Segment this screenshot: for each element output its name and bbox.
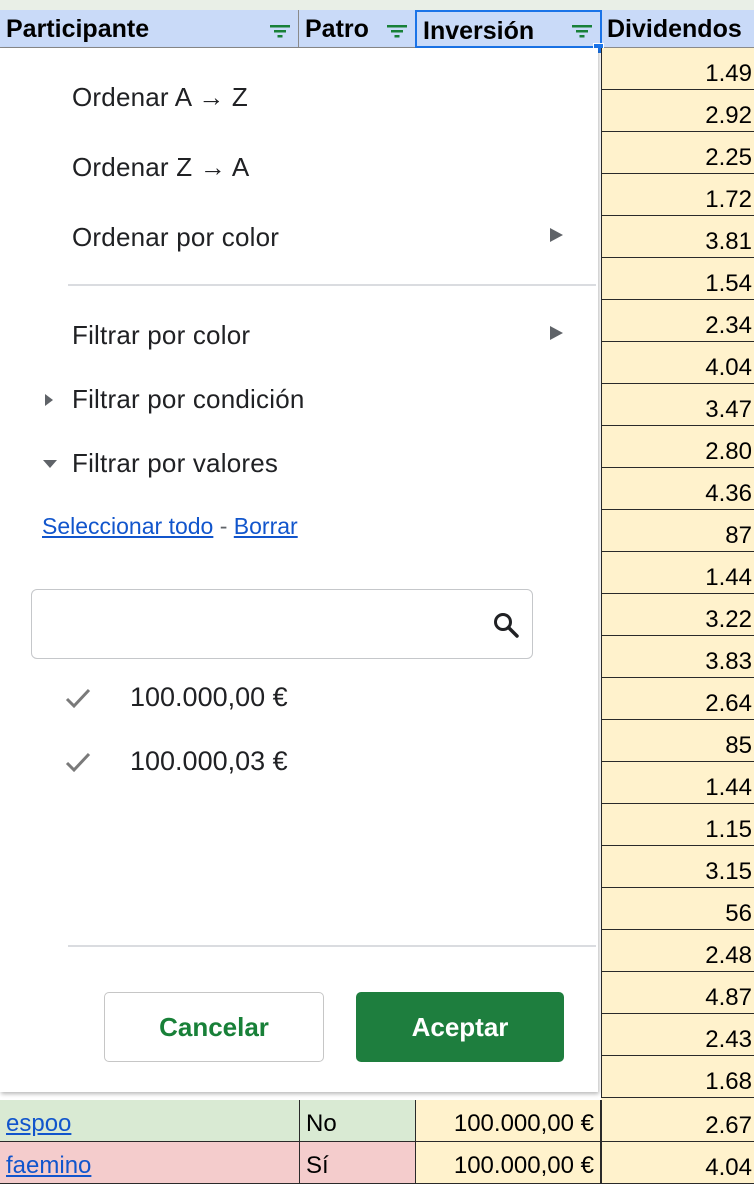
menu-divider [68,945,596,947]
select-links: Seleccionar todo - Borrar [42,513,298,540]
cell-dividendos[interactable]: 1.54 [601,258,754,300]
cell-dividendos[interactable]: 2.34 [601,300,754,342]
cell-dividendos[interactable]: 2.67 [601,1100,754,1142]
search-field[interactable] [31,589,533,659]
check-icon [64,750,92,779]
cell-dividendos[interactable]: 1.68 [601,1056,754,1098]
cancel-button[interactable]: Cancelar [104,992,324,1062]
search-input[interactable] [44,600,478,650]
cell-patro[interactable]: Sí [300,1142,416,1184]
cell-dividendos[interactable]: 3.15 [601,846,754,888]
cell-patro[interactable]: No [300,1100,416,1142]
cell-dividendos[interactable]: 2.64 [601,678,754,720]
cell-participante[interactable]: espoo [0,1100,300,1142]
ok-button[interactable]: Aceptar [356,992,564,1062]
sort-z-a[interactable]: Ordenar Z → A [72,152,249,183]
header-dividendos[interactable]: Dividendos [601,10,754,48]
clear-link[interactable]: Borrar [234,513,298,539]
cell-dividendos[interactable]: 2.25 [601,132,754,174]
select-all-link[interactable]: Seleccionar todo [42,513,213,539]
cell-participante[interactable]: faemino [0,1142,300,1184]
cell-dividendos[interactable]: 4.04 [601,1142,754,1184]
header-dividendos-label: Dividendos [607,15,742,43]
cell-dividendos[interactable]: 1.15 [601,804,754,846]
cell-dividendos[interactable]: 3.83 [601,636,754,678]
cell-dividendos[interactable]: 3.81 [601,216,754,258]
cell-dividendos[interactable]: 2.43 [601,1014,754,1056]
sort-a-z[interactable]: Ordenar A → Z [72,82,248,113]
check-icon [64,686,92,715]
value-option-label: 100.000,03 € [130,746,288,776]
cell-dividendos[interactable]: 1.49 [601,48,754,90]
cell-dividendos[interactable]: 1.44 [601,552,754,594]
cell-inversion[interactable]: 100.000,00 € [416,1100,601,1142]
filter-by-condition[interactable]: Filtrar por condición [72,384,305,415]
filter-by-values[interactable]: Filtrar por valores [72,448,278,479]
search-icon[interactable] [492,611,520,644]
cell-dividendos[interactable]: 2.80 [601,426,754,468]
cell-dividendos[interactable]: 85 [601,720,754,762]
filter-icon[interactable] [570,12,594,46]
cell-dividendos[interactable]: 87 [601,510,754,552]
cell-dividendos[interactable]: 4.04 [601,342,754,384]
filter-menu: Ordenar A → Z Ordenar Z → A Ordenar por … [0,48,598,1092]
cell-dividendos[interactable]: 56 [601,888,754,930]
header-inversion[interactable]: Inversión [415,10,602,48]
cell-dividendos[interactable]: 1.44 [601,762,754,804]
submenu-arrow-icon [550,326,563,340]
value-option[interactable]: 100.000,03 € [0,738,560,788]
cell-dividendos[interactable]: 2.92 [601,90,754,132]
expand-down-icon[interactable] [43,460,57,468]
cell-inversion[interactable]: 100.000,00 € [416,1142,601,1184]
cell-dividendos[interactable]: 3.47 [601,384,754,426]
cell-dividendos[interactable]: 1.72 [601,174,754,216]
value-option-label: 100.000,00 € [130,682,288,712]
cell-dividendos[interactable]: 3.22 [601,594,754,636]
filter-by-color[interactable]: Filtrar por color [72,320,250,351]
header-participante[interactable]: Participante [0,10,299,48]
value-option[interactable]: 100.000,00 € [0,674,560,724]
expand-right-icon[interactable] [45,394,53,406]
header-participante-label: Participante [6,15,150,43]
cell-dividendos[interactable]: 4.87 [601,972,754,1014]
header-patro-label: Patro [305,15,369,43]
submenu-arrow-icon [550,228,563,242]
link-separator: - [219,513,228,539]
filter-icon[interactable] [268,10,292,47]
header-inversion-label: Inversión [423,17,535,45]
sort-by-color[interactable]: Ordenar por color [72,222,279,253]
header-patro[interactable]: Patro [299,10,416,48]
cell-dividendos[interactable]: 4.36 [601,468,754,510]
menu-divider [68,284,596,286]
cell-dividendos[interactable]: 2.48 [601,930,754,972]
filter-icon[interactable] [385,10,409,47]
